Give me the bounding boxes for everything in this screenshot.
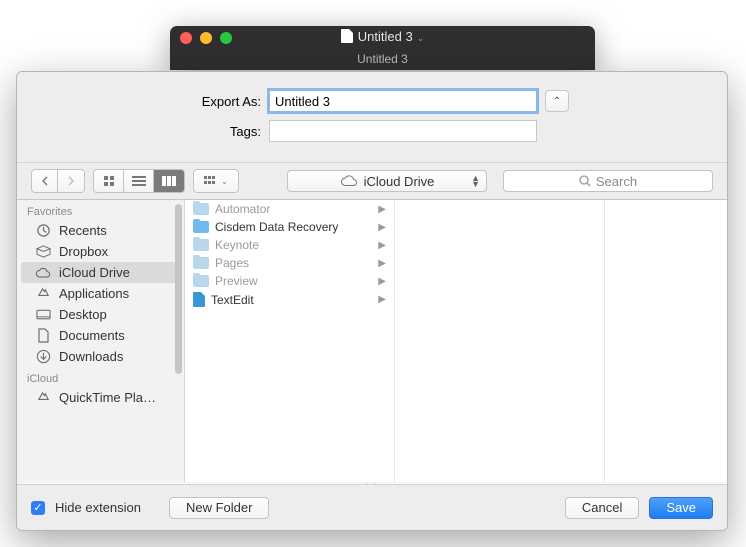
sidebar-item-dropbox[interactable]: Dropbox — [17, 241, 184, 262]
column-2 — [395, 200, 605, 482]
tags-label: Tags: — [17, 124, 269, 139]
chevron-right-icon: ▶ — [378, 204, 386, 215]
folder-icon — [193, 257, 209, 269]
apps-icon — [35, 391, 51, 405]
window-title: Untitled 3 ⌄ — [170, 26, 595, 49]
sidebar-item-label: Documents — [59, 328, 125, 343]
chevron-right-icon: ▶ — [378, 294, 386, 305]
view-list-button[interactable] — [124, 170, 154, 192]
column-3 — [605, 200, 727, 482]
list-item[interactable]: Pages ▶ — [185, 254, 394, 272]
cloud-icon — [35, 266, 51, 280]
save-button[interactable]: Save — [649, 497, 713, 519]
textedit-doc-icon — [193, 292, 205, 307]
search-icon — [579, 175, 591, 187]
search-field[interactable]: Search — [503, 170, 713, 192]
sidebar-scrollbar[interactable] — [175, 204, 182, 374]
document-icon — [341, 29, 353, 43]
location-label: iCloud Drive — [364, 174, 435, 189]
chevron-right-icon: ▶ — [378, 222, 386, 233]
box-icon — [35, 245, 51, 259]
sidebar-item-label: Dropbox — [59, 244, 108, 259]
sidebar-item-label: iCloud Drive — [59, 265, 130, 280]
browser-toolbar: ⌄ iCloud Drive ▲▼ Search — [17, 162, 727, 200]
forward-button[interactable] — [58, 170, 84, 192]
back-button[interactable] — [32, 170, 58, 192]
save-dialog: Export As: ⌃ Tags: ⌄ i — [16, 71, 728, 531]
window-subtitle: Untitled 3 — [170, 49, 595, 69]
zoom-window-button[interactable] — [220, 32, 232, 44]
traffic-lights — [180, 32, 232, 44]
group-by-segment: ⌄ — [193, 169, 239, 193]
folder-icon — [193, 221, 209, 233]
file-label: Preview — [215, 274, 258, 288]
new-folder-button[interactable]: New Folder — [169, 497, 269, 519]
sidebar-item-label: Recents — [59, 223, 107, 238]
window-titlebar: Untitled 3 ⌄ Untitled 3 — [170, 26, 595, 70]
apps-icon — [35, 287, 51, 301]
chevron-right-icon: ▶ — [378, 258, 386, 269]
nav-back-forward — [31, 169, 85, 193]
sidebar-item-quicktime[interactable]: QuickTime Pla… — [17, 387, 184, 408]
hide-extension-label: Hide extension — [55, 500, 141, 515]
chevron-down-icon: ⌄ — [221, 177, 228, 186]
sidebar-item-icloud-drive[interactable]: iCloud Drive — [21, 262, 180, 283]
collapse-toggle-button[interactable]: ⌃ — [545, 90, 569, 112]
view-mode-segment — [93, 169, 185, 193]
desktop-icon — [35, 308, 51, 322]
cancel-button[interactable]: Cancel — [565, 497, 639, 519]
folder-icon — [193, 203, 209, 215]
column-1: Automator ▶ Cisdem Data Recovery ▶ Keynote… — [185, 200, 395, 482]
export-as-label: Export As: — [17, 94, 269, 109]
minimize-window-button[interactable] — [200, 32, 212, 44]
chevron-right-icon: ▶ — [378, 276, 386, 287]
tags-input[interactable] — [269, 120, 537, 142]
hide-extension-checkbox[interactable]: ✓ — [31, 501, 45, 515]
file-label: Keynote — [215, 238, 259, 252]
folder-icon — [193, 275, 209, 287]
download-icon — [35, 350, 51, 364]
list-item[interactable]: Cisdem Data Recovery ▶ — [185, 218, 394, 236]
list-item[interactable]: Automator ▶ — [185, 200, 394, 218]
view-columns-button[interactable] — [154, 170, 184, 192]
file-label: Automator — [215, 202, 270, 216]
sidebar-item-label: Downloads — [59, 349, 123, 364]
sidebar-heading-icloud: iCloud — [17, 367, 184, 387]
export-as-input[interactable] — [269, 90, 537, 112]
sidebar-item-label: Applications — [59, 286, 129, 301]
sidebar-item-downloads[interactable]: Downloads — [17, 346, 184, 367]
sidebar-item-documents[interactable]: Documents — [17, 325, 184, 346]
close-window-button[interactable] — [180, 32, 192, 44]
list-item[interactable]: Keynote ▶ — [185, 236, 394, 254]
file-label: TextEdit — [211, 293, 254, 307]
group-by-button[interactable]: ⌄ — [194, 170, 238, 192]
location-popup[interactable]: iCloud Drive ▲▼ — [287, 170, 487, 192]
view-icons-button[interactable] — [94, 170, 124, 192]
chevron-right-icon: ▶ — [378, 240, 386, 251]
cloud-icon — [340, 175, 358, 187]
sidebar-heading-favorites: Favorites — [17, 200, 184, 220]
chevron-up-icon: ⌃ — [553, 96, 561, 107]
sidebar-item-label: Desktop — [59, 307, 107, 322]
file-label: Cisdem Data Recovery — [215, 220, 338, 234]
file-label: Pages — [215, 256, 249, 270]
chevron-down-icon[interactable]: ⌄ — [417, 33, 425, 43]
folder-icon — [193, 239, 209, 251]
sidebar: Favorites Recents Dropbox iCloud Drive A… — [17, 200, 185, 482]
updown-icon: ▲▼ — [471, 175, 480, 187]
form-area: Export As: ⌃ Tags: — [17, 72, 727, 162]
clock-icon — [35, 224, 51, 238]
file-browser: Favorites Recents Dropbox iCloud Drive A… — [17, 200, 727, 482]
sidebar-item-label: QuickTime Pla… — [59, 390, 156, 405]
doc-icon — [35, 329, 51, 343]
search-placeholder: Search — [596, 174, 637, 189]
sidebar-item-recents[interactable]: Recents — [17, 220, 184, 241]
sidebar-item-desktop[interactable]: Desktop — [17, 304, 184, 325]
list-item[interactable]: Preview ▶ — [185, 272, 394, 290]
dialog-footer: ✓ Hide extension New Folder Cancel Save — [17, 484, 727, 530]
window-title-text: Untitled 3 — [358, 29, 413, 44]
sidebar-item-applications[interactable]: Applications — [17, 283, 184, 304]
list-item[interactable]: TextEdit ▶ — [185, 290, 394, 309]
